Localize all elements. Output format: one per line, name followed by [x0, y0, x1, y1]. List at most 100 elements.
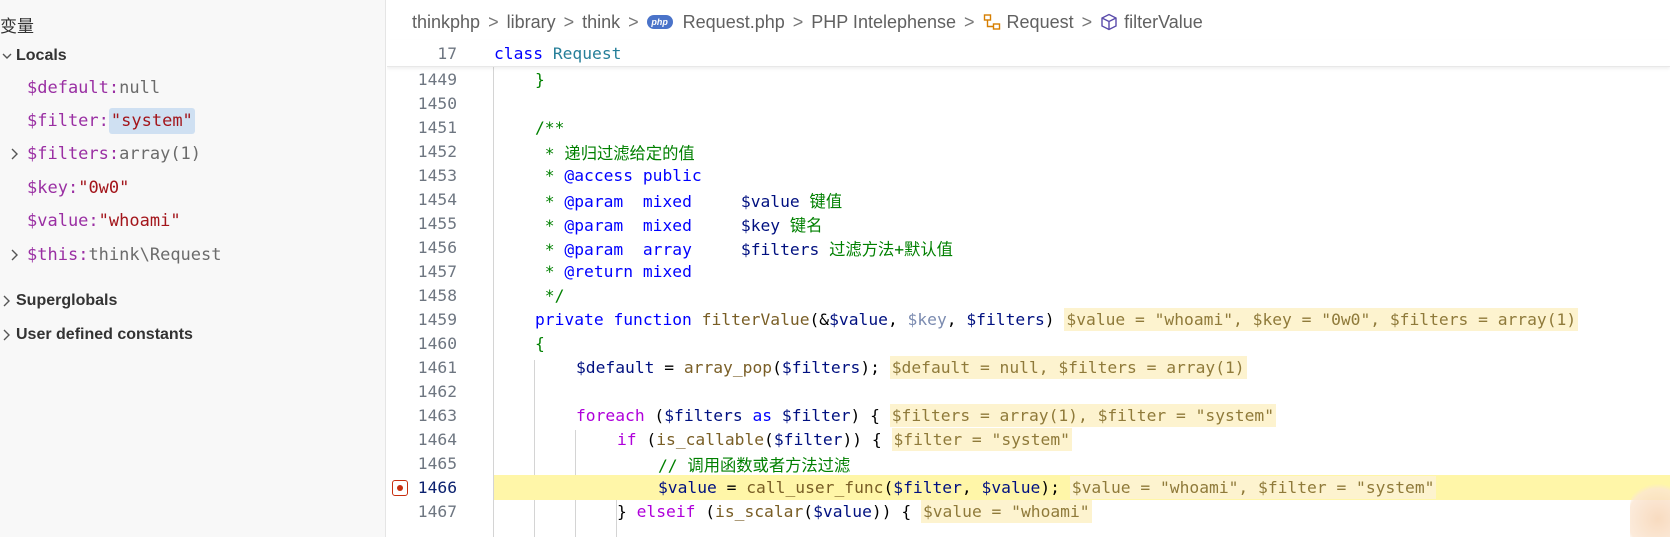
comment-text: 键值	[809, 191, 843, 211]
code-line[interactable]: 1467 } elseif (is_scalar($value)) { $val…	[387, 499, 1670, 524]
line-number: 1463	[417, 406, 457, 425]
chevron-right-icon[interactable]	[0, 148, 27, 160]
breadcrumb-item[interactable]: think	[582, 12, 620, 33]
line-number: 1460	[417, 334, 457, 353]
line-number: 1454	[417, 190, 457, 209]
inline-debug-value: $filters = array(1), $filter = "system"	[889, 404, 1277, 427]
superglobals-label: Superglobals	[16, 292, 118, 309]
variable-separator: :	[108, 144, 120, 164]
variable-value: think\Request	[88, 245, 222, 265]
code-token: class	[494, 43, 544, 63]
code-line[interactable]: 1464 if (is_callable($filter)) { $filter…	[387, 427, 1670, 452]
line-number: 1461	[417, 358, 457, 377]
variable-row[interactable]: $filter: "system"	[0, 105, 385, 137]
current-debug-line[interactable]: 1466 $value = call_user_func($filter, $v…	[387, 475, 1670, 500]
breadcrumb-separator: >	[488, 11, 499, 32]
breadcrumb-separator: >	[563, 11, 575, 32]
line-number: 1459	[417, 310, 457, 329]
chevron-right-icon	[0, 295, 14, 307]
line-number: 1451	[417, 118, 457, 137]
code-line[interactable]: 1456 * @param array $filters 过滤方法+默认值	[387, 235, 1670, 260]
breadcrumb-item[interactable]: Request	[1007, 12, 1074, 33]
variable-row[interactable]: $key: "0w0"	[0, 172, 385, 204]
line-number: 1466	[417, 478, 457, 497]
variable-name: $default	[27, 78, 109, 98]
breadcrumb-separator: >	[1081, 11, 1093, 32]
variable-row-expandable[interactable]: $filters: array(1)	[0, 138, 385, 170]
locals-section-header[interactable]: Locals	[0, 40, 385, 72]
superglobals-section-header[interactable]: Superglobals	[0, 285, 385, 317]
inline-debug-value: $value = "whoami", $key = "0w0", $filter…	[1064, 308, 1579, 331]
variable-name: $filters	[27, 144, 109, 164]
variable-separator: :	[88, 211, 99, 231]
code-line[interactable]: 1460 {	[387, 331, 1670, 356]
inline-debug-value: $default = null, $filters = array(1)	[889, 356, 1247, 379]
code-line[interactable]: 1454 * @param mixed $value 键值	[387, 187, 1670, 212]
variable-row[interactable]: $value: "whoami"	[0, 205, 385, 237]
inline-debug-value: $value = "whoami", $filter = "system"	[1069, 476, 1437, 499]
line-number: 1453	[417, 166, 457, 185]
inline-debug-value: $value = "whoami"	[920, 500, 1092, 523]
chevron-down-icon	[0, 51, 14, 61]
constants-section-header[interactable]: User defined constants	[0, 319, 385, 351]
code-line[interactable]: 1455 * @param mixed $key 键名	[387, 211, 1670, 236]
comment-text: 键名	[789, 215, 823, 235]
variable-separator: :	[78, 245, 89, 265]
breadcrumb-item[interactable]: thinkphp	[412, 12, 480, 33]
code-editor[interactable]: thinkphp > library > think > php Request…	[387, 0, 1670, 537]
code-line[interactable]: 1461 $default = array_pop($filters); $de…	[387, 355, 1670, 380]
code-token: Request	[552, 43, 622, 63]
variable-separator: :	[98, 111, 109, 131]
line-number: 1457	[417, 262, 457, 281]
breadcrumb-item[interactable]: filterValue	[1124, 12, 1203, 33]
line-number: 1464	[417, 430, 457, 449]
variable-separator: :	[108, 78, 120, 98]
chevron-right-icon	[0, 329, 14, 341]
breadcrumb-separator: >	[628, 11, 639, 32]
breadcrumb-separator: >	[792, 11, 804, 32]
code-line[interactable]: 1462	[387, 379, 1670, 404]
line-number: 1455	[417, 214, 457, 233]
breadcrumb-separator: >	[964, 11, 975, 32]
comment-text: 递归过滤给定的值	[564, 143, 695, 163]
comment-text: 过滤方法+默认值	[829, 239, 953, 259]
panel-title: 变量	[0, 17, 34, 37]
code-area[interactable]: 17 class Request 1449 } 1450 1451 /** 14…	[387, 40, 1670, 537]
breadcrumb-item[interactable]: Request.php	[683, 12, 785, 33]
code-line[interactable]: 1451 /**	[387, 115, 1670, 140]
line-number: 1465	[417, 454, 457, 473]
variable-value: "0w0"	[78, 178, 130, 198]
code-line[interactable]: 1463 foreach ($filters as $filter) { $fi…	[387, 403, 1670, 428]
code-line[interactable]: 1459 private function filterValue(&$valu…	[387, 307, 1670, 332]
line-number: 17	[437, 43, 457, 63]
variable-value: "whoami"	[98, 211, 181, 231]
method-icon	[1100, 13, 1118, 31]
sticky-scroll-line[interactable]: 17 class Request	[387, 40, 1670, 67]
code-line[interactable]: 1452 * 递归过滤给定的值	[387, 139, 1670, 164]
breadcrumb-item[interactable]: library	[507, 12, 556, 33]
breadcrumb-item[interactable]: PHP Intelephense	[811, 12, 956, 33]
line-number: 1462	[417, 382, 457, 401]
locals-label: Locals	[16, 47, 67, 64]
variable-name: $filter	[27, 111, 99, 131]
code-line[interactable]: 1458 */	[387, 283, 1670, 308]
chevron-right-icon[interactable]	[0, 249, 27, 261]
php-file-icon: php	[646, 15, 673, 29]
line-number: 1456	[417, 238, 457, 257]
line-number: 1458	[417, 286, 457, 305]
variable-separator: :	[67, 178, 79, 198]
code-token: }	[535, 70, 545, 89]
line-number: 1450	[417, 94, 457, 113]
variable-row[interactable]: $default: null	[0, 72, 385, 104]
variable-value: null	[119, 78, 161, 98]
code-line[interactable]: 1465 // 调用函数或者方法过滤	[387, 451, 1670, 476]
line-number: 1467	[417, 502, 457, 521]
code-line[interactable]: 1457 * @return mixed	[387, 259, 1670, 284]
variable-value: "system"	[108, 108, 195, 134]
variable-row-expandable[interactable]: $this: think\Request	[0, 239, 385, 271]
variables-panel: 变量 Locals $default: null $filter: "syste…	[0, 0, 386, 537]
code-line[interactable]: 1449 }	[387, 67, 1670, 92]
code-line[interactable]: 1453 * @access public	[387, 163, 1670, 188]
variable-name: $this	[27, 245, 79, 265]
code-line[interactable]: 1450	[387, 91, 1670, 116]
